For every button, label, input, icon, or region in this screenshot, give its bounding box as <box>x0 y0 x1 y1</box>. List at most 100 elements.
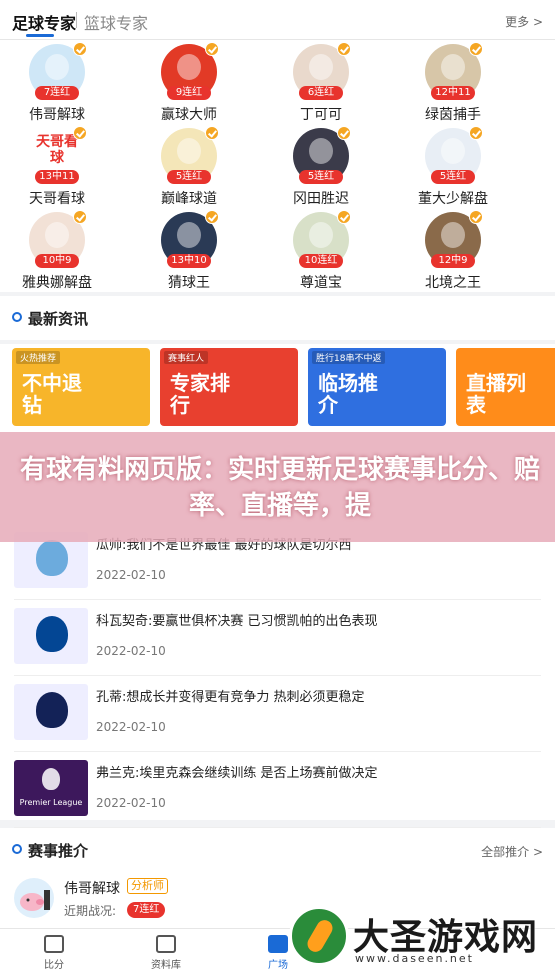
expert-name[interactable]: 天哥看球 <box>2 188 112 208</box>
recent-record-label: 近期战况: <box>64 904 117 918</box>
face-shape <box>45 222 69 248</box>
streak-badge: 10中9 <box>35 254 79 268</box>
verified-icon <box>73 42 87 56</box>
avatar[interactable]: 12中9 <box>425 210 483 268</box>
streak-badge: 7连红 <box>35 86 79 100</box>
avatar[interactable]: 5连红 <box>425 126 483 184</box>
avatar[interactable]: 13中10 <box>161 210 219 268</box>
news-item[interactable]: Premier League 弗兰克:埃里克森会继续训练 是否上场赛前做决定 202… <box>0 752 555 828</box>
verified-icon <box>469 126 483 140</box>
expert-name[interactable]: 北境之王 <box>398 272 508 292</box>
expert-name[interactable]: 冈田胜迟 <box>266 188 376 208</box>
face-shape <box>177 138 201 164</box>
face-shape <box>309 222 333 248</box>
nav-item[interactable]: 资料库 <box>136 929 196 973</box>
more-experts-link[interactable]: 更多 > <box>505 13 543 30</box>
verified-icon <box>469 210 483 224</box>
avatar[interactable]: 12中11 <box>425 42 483 100</box>
nav-label: 比分 <box>44 960 64 971</box>
avatar[interactable]: 10连红 <box>293 210 351 268</box>
promo-banner[interactable]: 赛事红人 专家排行 <box>160 348 298 426</box>
avatar[interactable]: 7连红 <box>29 42 87 100</box>
banner-title: 直播列表 <box>466 371 526 417</box>
tab-divider <box>76 12 77 28</box>
banner-tag: 赛事红人 <box>164 351 209 364</box>
chelsea-badge <box>36 616 68 652</box>
premier-league-badge-thumbnail: Premier League <box>14 760 88 816</box>
news-date: 2022-02-10 <box>96 644 166 658</box>
news-date: 2022-02-10 <box>96 796 166 810</box>
recommend-expert-name[interactable]: 伟哥解球 <box>64 878 120 898</box>
thumbnail-caption: Premier League <box>19 798 83 807</box>
verified-icon <box>73 210 87 224</box>
verified-icon <box>205 210 219 224</box>
promo-banner[interactable]: 胜行18串不中返 临场推介 <box>308 348 446 426</box>
expert-card[interactable]: 12中9 北境之王 <box>398 210 508 296</box>
expert-name[interactable]: 猜球王 <box>134 272 244 292</box>
expert-card[interactable]: 6连红丁可可 <box>266 42 376 128</box>
face-shape <box>177 54 201 80</box>
expert-card[interactable]: 9连红赢球大师 <box>134 42 244 128</box>
avatar[interactable]: 天哥看球 13中11 <box>29 126 87 184</box>
avatar[interactable]: 10中9 <box>29 210 87 268</box>
promo-banner[interactable]: 直播列表 <box>456 348 555 426</box>
expert-card[interactable]: 5连红巅峰球道 <box>134 126 244 212</box>
all-recommend-link[interactable]: 全部推介 > <box>481 843 543 860</box>
expert-card[interactable]: 12中11 绿茵捕手 <box>398 42 508 128</box>
news-title[interactable]: 孔蒂:想成长并变得更有竞争力 热刺必须更稳定 <box>96 686 365 705</box>
news-section-title: 最新资讯 <box>28 310 89 328</box>
news-title[interactable]: 科瓦契奇:要赢世俱杯决赛 已习惯凯帕的出色表现 <box>96 610 378 629</box>
expert-card[interactable]: 13中10 猜球王 <box>134 210 244 296</box>
expert-card[interactable]: 5连红董大少解盘 <box>398 126 508 212</box>
avatar[interactable]: 5连红 <box>161 126 219 184</box>
expert-card[interactable]: 10连红尊道宝 <box>266 210 376 296</box>
tab-basketball-experts[interactable]: 篮球专家 <box>84 10 148 34</box>
streak-badge: 12中11 <box>431 86 475 100</box>
streak-badge: 6连红 <box>299 86 343 100</box>
expert-name[interactable]: 丁可可 <box>266 104 376 124</box>
avatar[interactable]: 6连红 <box>293 42 351 100</box>
promo-banner-carousel[interactable]: 火热推荐 不中退钻 赛事红人 专家排行 胜行18串不中返 临场推介 直播列表 <box>0 344 555 432</box>
news-title[interactable]: 弗兰克:埃里克森会继续训练 是否上场赛前做决定 <box>96 762 378 781</box>
expert-name[interactable]: 董大少解盘 <box>398 188 508 208</box>
verified-icon <box>469 42 483 56</box>
recommend-section-title: 赛事推介 <box>28 842 89 860</box>
expert-name[interactable]: 伟哥解球 <box>2 104 112 124</box>
promo-banner[interactable]: 火热推荐 不中退钻 <box>12 348 150 426</box>
expert-name[interactable]: 尊道宝 <box>266 272 376 292</box>
expert-card[interactable]: 天哥看球 13中11 天哥看球 <box>2 126 112 212</box>
face-shape <box>309 54 333 80</box>
analyst-badge: 分析师 <box>127 878 168 894</box>
site-watermark-logo: 大圣游戏网 www.daseen.net <box>289 904 549 968</box>
streak-badge: 5连红 <box>431 170 475 184</box>
avatar[interactable]: 5连红 <box>293 126 351 184</box>
streak-badge: 5连红 <box>167 170 211 184</box>
face-shape <box>441 222 465 248</box>
expert-name[interactable]: 绿茵捕手 <box>398 104 508 124</box>
expert-name[interactable]: 巅峰球道 <box>134 188 244 208</box>
news-item[interactable]: 科瓦契奇:要赢世俱杯决赛 已习惯凯帕的出色表现 2022-02-10 <box>0 600 555 676</box>
news-item[interactable]: 孔蒂:想成长并变得更有竞争力 热刺必须更稳定 2022-02-10 <box>0 676 555 752</box>
chelsea-badge-thumbnail <box>14 608 88 664</box>
man-city-badge <box>36 540 68 576</box>
expert-name[interactable]: 赢球大师 <box>134 104 244 124</box>
database-icon <box>156 935 176 953</box>
streak-badge: 5连红 <box>299 170 343 184</box>
news-date: 2022-02-10 <box>96 568 166 582</box>
expert-card[interactable]: 5连红冈田胜迟 <box>266 126 376 212</box>
nav-item[interactable]: 比分 <box>24 929 84 973</box>
avatar[interactable] <box>14 878 54 918</box>
expert-name[interactable]: 雅典娜解盘 <box>2 272 112 292</box>
streak-badge: 13中10 <box>167 254 211 268</box>
streak-badge: 10连红 <box>299 254 343 268</box>
section-dot-icon <box>12 312 22 322</box>
tab-football-experts[interactable]: 足球专家 <box>12 10 76 34</box>
expert-card[interactable]: 7连红伟哥解球 <box>2 42 112 128</box>
streak-badge: 13中11 <box>35 170 79 184</box>
expert-card[interactable]: 10中9 雅典娜解盘 <box>2 210 112 296</box>
tottenham-badge-thumbnail <box>14 684 88 740</box>
section-dot-icon <box>12 844 22 854</box>
avatar[interactable]: 9连红 <box>161 42 219 100</box>
face-shape <box>441 138 465 164</box>
banner-title: 临场推介 <box>318 371 378 417</box>
